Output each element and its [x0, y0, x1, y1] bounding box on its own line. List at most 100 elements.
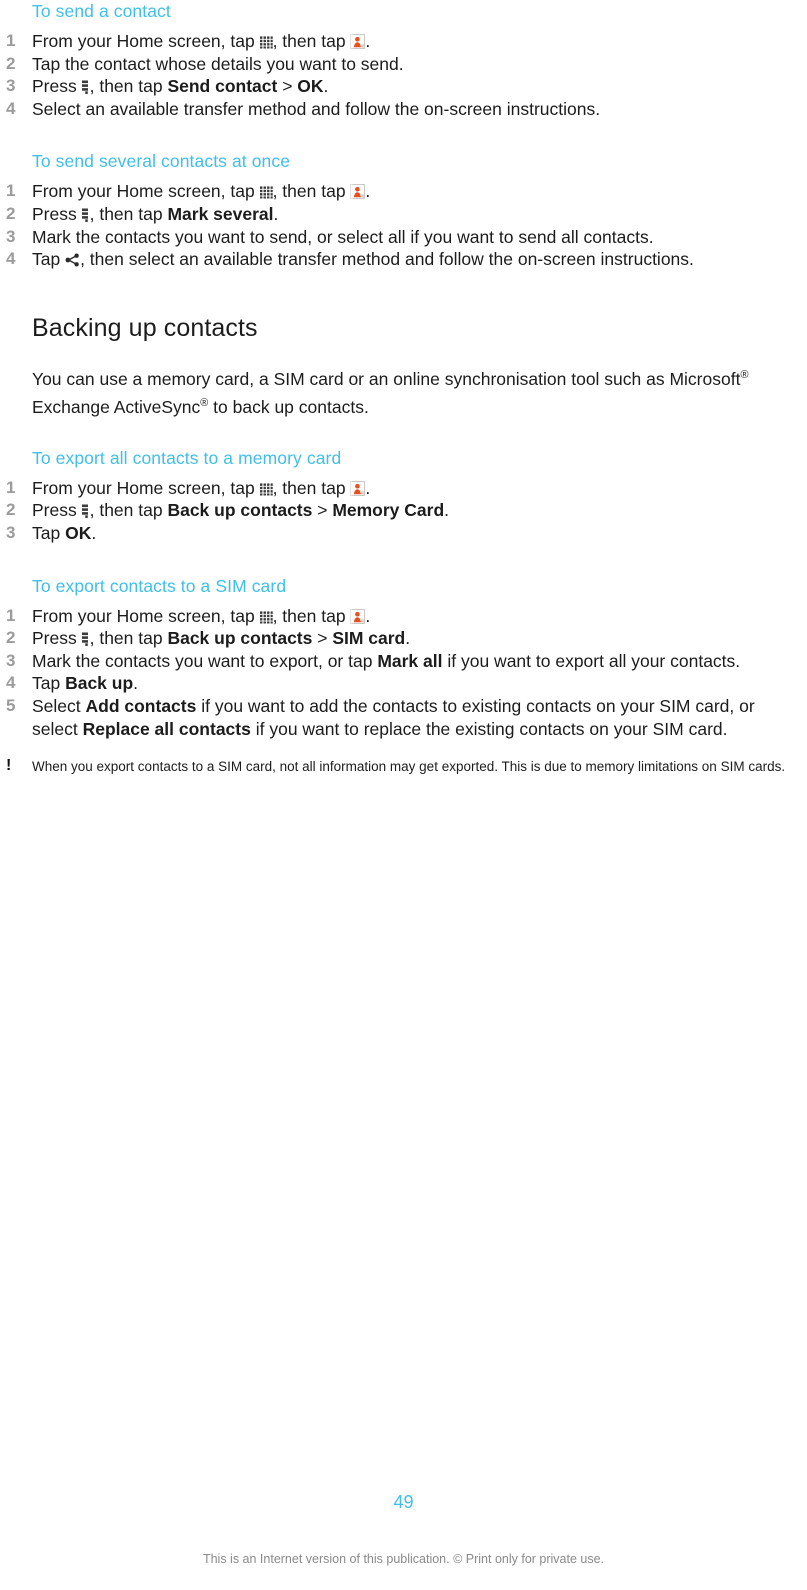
ui-label: Back up contacts — [167, 500, 313, 521]
step-text-part: . — [365, 31, 371, 51]
ui-label: OK — [297, 76, 324, 97]
step-text-part: Press — [32, 500, 82, 521]
step-text-part: , then tap — [89, 628, 168, 649]
step-item: Tap , then select an available transfer … — [0, 248, 807, 271]
procedure-heading-send-several: To send several contacts at once — [32, 151, 291, 172]
steps-send-contact: From your Home screen, tap , then tap . … — [0, 30, 807, 120]
step-item: Press , then tap Back up contacts > Memo… — [0, 499, 807, 522]
step-text-part: Tap — [32, 249, 66, 270]
step-text-part: Tap the contact whose details you want t… — [32, 53, 404, 74]
step-item: Press , then tap Mark several. — [0, 203, 807, 226]
step-item: From your Home screen, tap , then tap . — [0, 477, 807, 500]
app-drawer-grid-icon — [259, 482, 273, 496]
step-text-part: Select — [32, 695, 86, 716]
step-text-part: if you want to export all your contacts. — [442, 650, 741, 671]
ui-label: Add contacts — [85, 695, 197, 716]
step-text-part: . — [365, 605, 371, 626]
paragraph-part: You can use a memory card, a SIM card or… — [32, 368, 741, 389]
step-item: Press , then tap Send contact > OK. — [0, 75, 807, 98]
contacts-person-icon — [350, 184, 366, 200]
step-item: Select an available transfer method and … — [0, 98, 807, 121]
app-drawer-grid-icon — [259, 185, 273, 199]
step-text-part: From your Home screen, tap — [32, 31, 260, 51]
step-text-part: Select an available transfer method and … — [32, 98, 601, 119]
step-text-part: , then select an available transfer meth… — [80, 249, 694, 270]
path-separator: > — [312, 628, 333, 649]
app-drawer-grid-icon — [259, 35, 273, 49]
exclamation-icon: ! — [6, 757, 12, 775]
step-text-part: From your Home screen, tap — [32, 477, 260, 498]
step-item: Tap Back up. — [0, 672, 807, 695]
steps-export-memory-card: From your Home screen, tap , then tap . … — [0, 477, 807, 545]
ui-label: Replace all contacts — [82, 718, 251, 739]
ui-label: Back up contacts — [167, 628, 313, 649]
ui-label: Mark all — [377, 650, 443, 671]
options-menu-key-icon — [81, 80, 90, 95]
step-text-part: From your Home screen, tap — [32, 181, 260, 202]
share-icon — [65, 253, 80, 267]
page-number: 49 — [393, 1492, 414, 1512]
step-text-part: Mark the contacts you want to export, or… — [32, 650, 378, 671]
registered-mark: ® — [740, 368, 749, 381]
step-text-part: , then tap — [89, 203, 168, 224]
step-item: Press , then tap Back up contacts > SIM … — [0, 627, 807, 650]
steps-send-several: From your Home screen, tap , then tap . … — [0, 180, 807, 270]
backing-up-paragraph: You can use a memory card, a SIM card or… — [0, 365, 807, 421]
step-text-part: , then tap — [89, 500, 168, 521]
step-text-part: From your Home screen, tap — [32, 605, 260, 626]
step-text-part: . — [365, 477, 371, 498]
step-text-part: Press — [32, 76, 82, 97]
procedure-heading-send-contact: To send a contact — [32, 1, 171, 21]
step-text-part: Press — [32, 203, 82, 224]
step-text-part: , then tap — [272, 605, 351, 626]
step-text-part: . — [273, 203, 279, 224]
step-text-part: . — [133, 673, 139, 694]
procedure-heading-export-sim-card: To export contacts to a SIM card — [32, 575, 287, 596]
step-text-part: . — [323, 76, 329, 97]
steps-export-sim-card: From your Home screen, tap , then tap . … — [0, 605, 807, 741]
options-menu-key-icon — [81, 504, 90, 519]
step-text-part: Mark the contacts you want to send, or s… — [32, 226, 654, 247]
step-item: From your Home screen, tap , then tap . — [0, 605, 807, 628]
app-drawer-grid-icon — [259, 610, 273, 624]
ui-label: OK — [65, 522, 92, 543]
page-content: To send a contact From your Home screen,… — [0, 0, 807, 776]
step-text-part: Press — [32, 628, 82, 649]
note-text: When you export contacts to a SIM card, … — [32, 759, 786, 775]
step-item: Tap the contact whose details you want t… — [0, 53, 807, 76]
step-text-part: . — [444, 500, 450, 521]
step-item: From your Home screen, tap , then tap . — [0, 30, 807, 53]
procedure-heading-export-memory-card: To export all contacts to a memory card — [32, 447, 342, 468]
path-separator: > — [312, 500, 333, 521]
step-item: From your Home screen, tap , then tap . — [0, 180, 807, 203]
step-text-part: Tap — [32, 522, 66, 543]
step-text-part: , then tap — [272, 477, 351, 498]
step-text-part: , then tap — [272, 181, 351, 202]
contacts-person-icon — [350, 34, 366, 49]
step-item: Mark the contacts you want to export, or… — [0, 650, 807, 673]
step-item: Mark the contacts you want to send, or s… — [0, 226, 807, 249]
step-text-part: . — [405, 628, 411, 649]
path-separator: > — [277, 76, 298, 97]
contacts-person-icon — [350, 480, 366, 496]
ui-label: SIM card — [332, 628, 406, 649]
ui-label: Send contact — [167, 76, 278, 97]
step-text-part: if you want to replace the existing cont… — [250, 718, 728, 739]
manual-page: To send a contact From your Home screen,… — [0, 0, 807, 1590]
ui-label: Back up — [65, 673, 134, 694]
step-text-part: , then tap — [272, 31, 351, 51]
paragraph-part: to back up contacts. — [208, 396, 369, 417]
note-callout: ! When you export contacts to a SIM card… — [0, 757, 807, 776]
ui-label: Mark several — [167, 203, 274, 224]
step-item: Tap OK. — [0, 522, 807, 545]
step-text-part: . — [91, 522, 97, 543]
